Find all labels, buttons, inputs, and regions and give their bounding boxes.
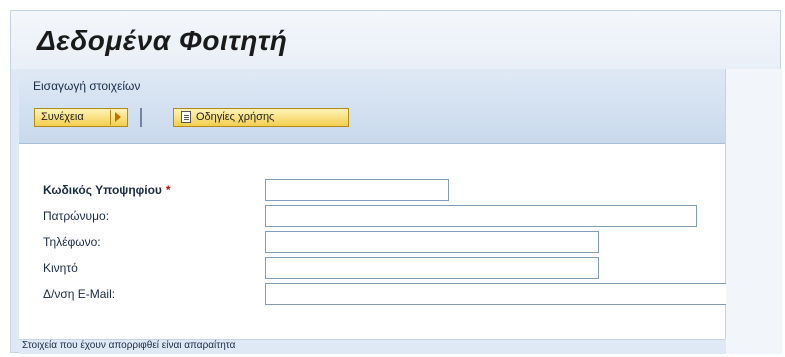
form-row-candidate-code: Κωδικός Υποψηφίου *	[43, 179, 449, 201]
toolbar-divider	[140, 108, 142, 127]
candidate-code-input[interactable]	[265, 179, 449, 201]
user-guide-button-label: Οδηγίες χρήσης	[196, 111, 275, 123]
required-marker: *	[165, 183, 171, 197]
document-icon	[181, 111, 191, 123]
mobile-input[interactable]	[265, 257, 599, 279]
form-row-phone: Τηλέφωνο:	[43, 231, 603, 253]
continue-button[interactable]: Συνέχεια	[34, 108, 128, 127]
main-content: Εισαγωγή στοιχείων Συνέχεια Οδηγίες χρήσ…	[19, 69, 729, 339]
user-guide-button[interactable]: Οδηγίες χρήσης	[173, 108, 349, 127]
continue-button-label: Συνέχεια	[41, 111, 84, 123]
status-message: Στοιχεία που έχουν απορριφθεί είναι απαρ…	[22, 340, 236, 351]
right-pane	[726, 69, 782, 354]
button-separator	[110, 110, 111, 125]
fathers-name-label: Πατρώνυμο:	[43, 209, 110, 223]
form-row-fathers-name: Πατρώνυμο:	[43, 205, 703, 227]
form-row-mobile: Κινητό	[43, 257, 603, 279]
form-row-email: Δ/νση E-Mail:	[43, 283, 733, 305]
phone-input[interactable]	[265, 231, 599, 253]
fathers-name-input[interactable]	[265, 205, 697, 227]
candidate-code-label: Κωδικός Υποψηφίου *	[43, 183, 171, 197]
status-bar: Στοιχεία που έχουν απορριφθεί είναι απαρ…	[19, 339, 725, 354]
phone-label: Τηλέφωνο:	[43, 235, 101, 249]
toolbar-panel: Εισαγωγή στοιχείων Συνέχεια Οδηγίες χρήσ…	[19, 69, 725, 144]
title-bar: Δεδομένα Φοιτητή	[11, 11, 780, 69]
email-label: Δ/νση E-Mail:	[43, 287, 116, 301]
email-input[interactable]	[265, 283, 729, 305]
section-subtitle: Εισαγωγή στοιχείων	[33, 79, 141, 93]
page: Δεδομένα Φοιτητή Εισαγωγή στοιχείων Συνέ…	[0, 0, 785, 357]
mobile-label: Κινητό	[43, 261, 78, 275]
page-title: Δεδομένα Φοιτητή	[37, 25, 288, 56]
application-window: Δεδομένα Φοιτητή Εισαγωγή στοιχείων Συνέ…	[10, 10, 782, 354]
arrow-right-icon	[115, 112, 121, 122]
